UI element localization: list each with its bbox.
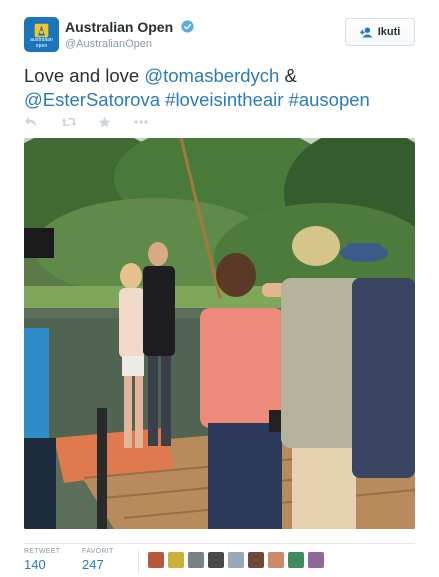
retweet-stat[interactable]: RETWEET 140 <box>24 548 60 572</box>
favoriter-avatar[interactable] <box>188 552 204 568</box>
favorite-count: 247 <box>82 557 104 572</box>
photo-scene <box>24 138 415 529</box>
favoriter-avatar[interactable] <box>308 552 324 568</box>
stats-separator <box>138 550 139 574</box>
favorite-stat-label: FAVORIT <box>82 548 114 555</box>
follow-button-label: Ikuti <box>377 26 401 38</box>
avatar-wordmark: australian open <box>30 37 53 49</box>
favoriter-avatar[interactable] <box>148 552 164 568</box>
retweet-count: 140 <box>24 557 46 572</box>
favoriter-avatar[interactable] <box>248 552 264 568</box>
account-handle[interactable]: @AustralianOpen <box>65 38 194 50</box>
tweet-stats: RETWEET 140 FAVORIT 247 <box>24 548 415 576</box>
verified-badge-icon <box>181 20 194 33</box>
favorite-icon[interactable] <box>98 116 111 130</box>
favoriter-avatars <box>148 552 324 568</box>
follow-person-icon <box>359 26 373 38</box>
tweet-photo[interactable] <box>24 138 415 529</box>
favoriter-avatar[interactable] <box>228 552 244 568</box>
hashtag-ausopen[interactable]: #ausopen <box>289 89 370 110</box>
name-block: Australian Open @AustralianOpen <box>65 18 194 50</box>
reply-icon[interactable] <box>24 116 38 130</box>
follow-button[interactable]: Ikuti <box>345 18 415 46</box>
favoriter-avatar[interactable] <box>268 552 284 568</box>
favoriter-avatar[interactable] <box>208 552 224 568</box>
mention-estersatorova[interactable]: @EsterSatorova <box>24 89 160 110</box>
tweet-text: Love and love @tomasberdych & @EsterSato… <box>24 64 415 112</box>
display-name[interactable]: Australian Open <box>65 19 173 35</box>
tweet-actions <box>24 116 174 132</box>
more-icon[interactable] <box>134 120 148 134</box>
tweet-text-plain: Love and love <box>24 65 145 86</box>
tweet-text-ampersand: & <box>279 65 297 86</box>
tweet-header: australian open Australian Open @Austral… <box>24 17 415 53</box>
favoriter-avatar[interactable] <box>168 552 184 568</box>
favorite-stat[interactable]: FAVORIT 247 <box>82 548 114 572</box>
mention-tomasberdych[interactable]: @tomasberdych <box>144 65 279 86</box>
account-avatar[interactable]: australian open <box>24 17 59 52</box>
favoriter-avatar[interactable] <box>288 552 304 568</box>
retweet-stat-label: RETWEET <box>24 548 61 555</box>
retweet-icon[interactable] <box>61 116 77 130</box>
hashtag-loveisintheair[interactable]: #loveisintheair <box>165 89 283 110</box>
stats-divider <box>24 543 415 544</box>
